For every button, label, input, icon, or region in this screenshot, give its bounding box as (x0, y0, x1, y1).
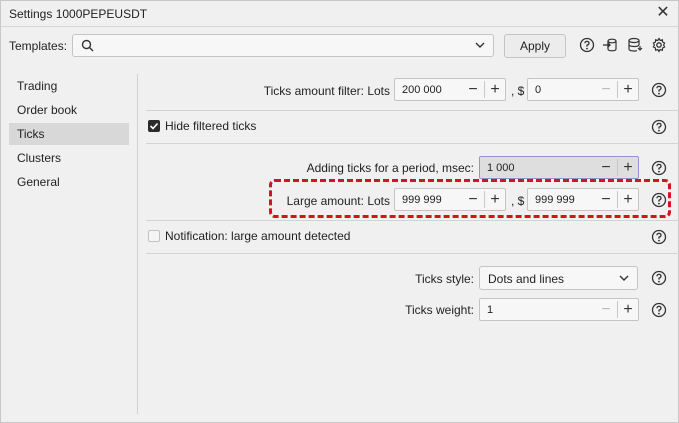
help-icon[interactable] (651, 119, 667, 135)
amount-filter-lots-field[interactable]: 200 000 − + (394, 78, 506, 101)
amount-filter-lots-value: 200 000 (402, 84, 442, 96)
notification-checkbox[interactable] (148, 230, 160, 242)
help-icon[interactable] (651, 302, 667, 318)
title-bar: Settings 1000PEPEUSDT ✕ (1, 1, 678, 27)
apply-button[interactable]: Apply (504, 34, 566, 58)
sidebar-item-ticks[interactable]: Ticks (9, 123, 129, 145)
chevron-down-icon (475, 42, 485, 48)
sidebar-item-order-book[interactable]: Order book (9, 99, 129, 121)
templates-search-select[interactable] (72, 34, 494, 57)
section-divider (146, 220, 679, 221)
large-amount-lots-value: 999 999 (402, 194, 442, 206)
import-template-icon[interactable] (602, 37, 618, 53)
ticks-style-value: Dots and lines (488, 272, 565, 286)
settings-sidebar: Trading Order book Ticks Clusters Genera… (1, 74, 137, 414)
adding-period-label: Adding ticks for a period, msec: (306, 161, 474, 175)
plus-icon[interactable]: + (617, 157, 639, 178)
minus-icon[interactable]: − (462, 79, 484, 100)
sidebar-item-general[interactable]: General (9, 171, 129, 193)
ticks-style-dropdown[interactable]: Dots and lines (479, 266, 638, 290)
plus-icon[interactable]: + (617, 79, 639, 100)
chevron-down-icon (619, 275, 629, 281)
ticks-weight-label: Ticks weight: (405, 303, 474, 317)
amount-filter-dollar-field[interactable]: 0 − + (527, 78, 639, 101)
help-icon[interactable] (651, 160, 667, 176)
dollar-label: , $ (511, 194, 525, 208)
section-divider (146, 143, 679, 144)
plus-icon[interactable]: + (484, 189, 506, 210)
sidebar-item-trading[interactable]: Trading (9, 75, 129, 97)
large-amount-label: Large amount: Lots (286, 194, 390, 208)
sidebar-item-clusters[interactable]: Clusters (9, 147, 129, 169)
templates-label: Templates: (9, 39, 68, 53)
hide-filtered-label: Hide filtered ticks (165, 119, 257, 133)
help-icon[interactable] (579, 37, 595, 53)
ticks-amount-filter-label: Ticks amount filter: Lots (263, 84, 390, 98)
plus-icon[interactable]: + (617, 189, 639, 210)
dollar-label: , $ (511, 84, 525, 98)
help-icon[interactable] (651, 82, 667, 98)
amount-filter-dollar-value: 0 (535, 84, 542, 96)
help-icon[interactable] (651, 192, 667, 208)
minus-icon[interactable]: − (462, 189, 484, 210)
close-icon[interactable]: ✕ (654, 4, 672, 22)
plus-icon[interactable]: + (484, 79, 506, 100)
ticks-weight-field[interactable]: 1 − + (479, 298, 639, 321)
notification-label: Notification: large amount detected (165, 229, 351, 243)
database-export-icon[interactable] (627, 37, 643, 53)
gear-icon[interactable] (651, 37, 667, 53)
large-amount-lots-field[interactable]: 999 999 − + (394, 188, 506, 211)
adding-period-value: 1 000 (487, 162, 515, 174)
ticks-style-label: Ticks style: (415, 272, 474, 286)
help-icon[interactable] (651, 229, 667, 245)
section-divider (146, 110, 679, 111)
large-amount-dollar-field[interactable]: 999 999 − + (527, 188, 639, 211)
minus-icon[interactable]: − (595, 79, 617, 100)
help-icon[interactable] (651, 270, 667, 286)
minus-icon[interactable]: − (595, 157, 617, 178)
window-title: Settings 1000PEPEUSDT (9, 7, 148, 21)
sidebar-divider (137, 74, 138, 414)
section-divider (146, 253, 679, 254)
check-icon (149, 122, 159, 130)
hide-filtered-checkbox[interactable] (148, 120, 160, 132)
ticks-weight-value: 1 (487, 304, 494, 316)
large-amount-dollar-value: 999 999 (535, 194, 575, 206)
minus-icon[interactable]: − (595, 189, 617, 210)
adding-period-field[interactable]: 1 000 − + (479, 156, 639, 179)
settings-window: Settings 1000PEPEUSDT ✕ Templates: Apply (0, 0, 679, 423)
minus-icon[interactable]: − (595, 299, 617, 320)
plus-icon[interactable]: + (617, 299, 639, 320)
search-icon (81, 39, 94, 52)
